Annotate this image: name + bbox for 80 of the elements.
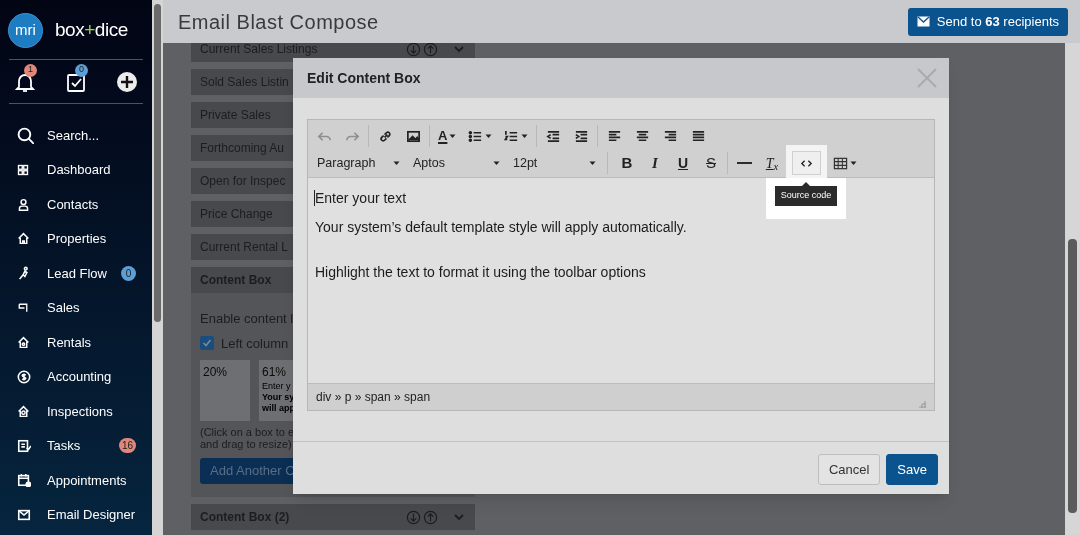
checkbox[interactable]	[200, 336, 214, 351]
grid-icon	[17, 163, 29, 176]
toolbar-button[interactable]: T$_{x}$	[758, 151, 786, 175]
count-badge: 0	[121, 265, 136, 281]
save-button[interactable]: Save	[886, 454, 938, 485]
nav-item[interactable]: Contacts	[0, 187, 152, 222]
sign-icon	[17, 301, 29, 314]
nav-item[interactable]: Accounting	[0, 359, 152, 394]
tooltip: Source code	[774, 186, 838, 206]
paragraph: Highlight the text to format it using the toolbar options	[315, 264, 647, 280]
dropdown[interactable]: 12pt	[506, 151, 602, 175]
caret-down-icon[interactable]	[521, 133, 529, 139]
dropdown[interactable]: Paragraph	[310, 151, 406, 175]
brand-name: box+dice	[55, 18, 128, 43]
calendar-icon	[17, 473, 31, 488]
toolbar-button[interactable]: I	[641, 151, 669, 175]
nav-item[interactable]: Email Designer	[0, 497, 152, 532]
toolbar-button[interactable]: A	[432, 124, 463, 148]
logo-mark: mri	[8, 13, 43, 48]
nav-item[interactable]: Inspections	[0, 394, 152, 429]
indent-icon	[573, 128, 589, 144]
person-icon	[17, 197, 30, 211]
nav-item[interactable]: Lead Flow 0	[0, 256, 152, 291]
numbered-list-icon	[504, 128, 520, 144]
align-left-icon	[606, 128, 622, 144]
add-icon[interactable]	[116, 70, 138, 93]
house-key-icon	[17, 335, 30, 349]
caret-down-icon[interactable]	[589, 160, 596, 166]
count-badge: 16	[118, 438, 136, 454]
nav-item[interactable]: Sales	[0, 290, 152, 325]
bulleted-list-icon	[468, 128, 484, 144]
dropdown[interactable]: Aptos	[406, 151, 506, 175]
house-icon	[17, 232, 30, 246]
house-search-icon	[17, 404, 30, 418]
search-icon	[17, 126, 34, 144]
outdent-icon	[545, 128, 561, 144]
column-width: 20%	[203, 364, 229, 381]
caret-down-icon[interactable]	[485, 133, 493, 139]
preview-text: Enter y	[262, 381, 292, 392]
caret-down-icon[interactable]	[493, 160, 500, 166]
link-icon	[377, 128, 393, 144]
notification-badge: 1	[24, 63, 37, 77]
move-up-icon[interactable]	[423, 41, 438, 57]
image-icon	[405, 128, 421, 144]
checkbox-label: Left column	[221, 334, 289, 353]
scrollbar[interactable]	[152, 0, 163, 535]
send-button[interactable]: Send to 63 recipients	[907, 7, 1068, 36]
paragraph: Your system’s default template style will apply automatically.	[315, 219, 688, 235]
table-icon	[833, 155, 848, 171]
column-box[interactable]: 20%	[200, 360, 250, 421]
runner-icon	[17, 266, 31, 281]
align-justify-icon	[690, 128, 706, 144]
nav-item[interactable]: Appointments	[0, 463, 152, 498]
envelope-icon	[916, 16, 930, 27]
align-center-icon	[634, 128, 650, 144]
toolbar-button[interactable]: B	[613, 151, 641, 175]
move-down-icon[interactable]	[406, 41, 421, 57]
align-right-icon	[662, 128, 678, 144]
check-icon	[202, 338, 212, 349]
page-title: Email Blast Compose	[178, 9, 379, 35]
caret-down-icon[interactable]	[449, 133, 457, 139]
nav-item[interactable]: Rentals	[0, 325, 152, 360]
resize-handle-icon[interactable]	[919, 401, 926, 408]
nav-item[interactable]: Search...	[0, 118, 152, 153]
dialog-title: Edit Content Box	[307, 68, 421, 88]
cancel-button[interactable]: Cancel	[817, 454, 881, 485]
nav-item[interactable]: Dashboard	[0, 152, 152, 187]
element-path: div » p » span » span	[316, 389, 431, 406]
scrollbar[interactable]	[1065, 43, 1080, 535]
caret-down-icon[interactable]	[850, 160, 857, 166]
nav-item[interactable]: Properties	[0, 221, 152, 256]
checklist-icon	[17, 438, 31, 453]
toolbar-button[interactable]: U	[669, 151, 697, 175]
horizontal-line-icon	[736, 162, 752, 164]
toolbar-button[interactable]: S	[697, 151, 725, 175]
column-width: 61%	[262, 364, 288, 381]
notification-badge: 0	[75, 63, 88, 77]
envelope-icon	[17, 507, 31, 522]
nav-item[interactable]: Tasks 16	[0, 428, 152, 463]
dollar-circle-icon	[17, 369, 31, 384]
